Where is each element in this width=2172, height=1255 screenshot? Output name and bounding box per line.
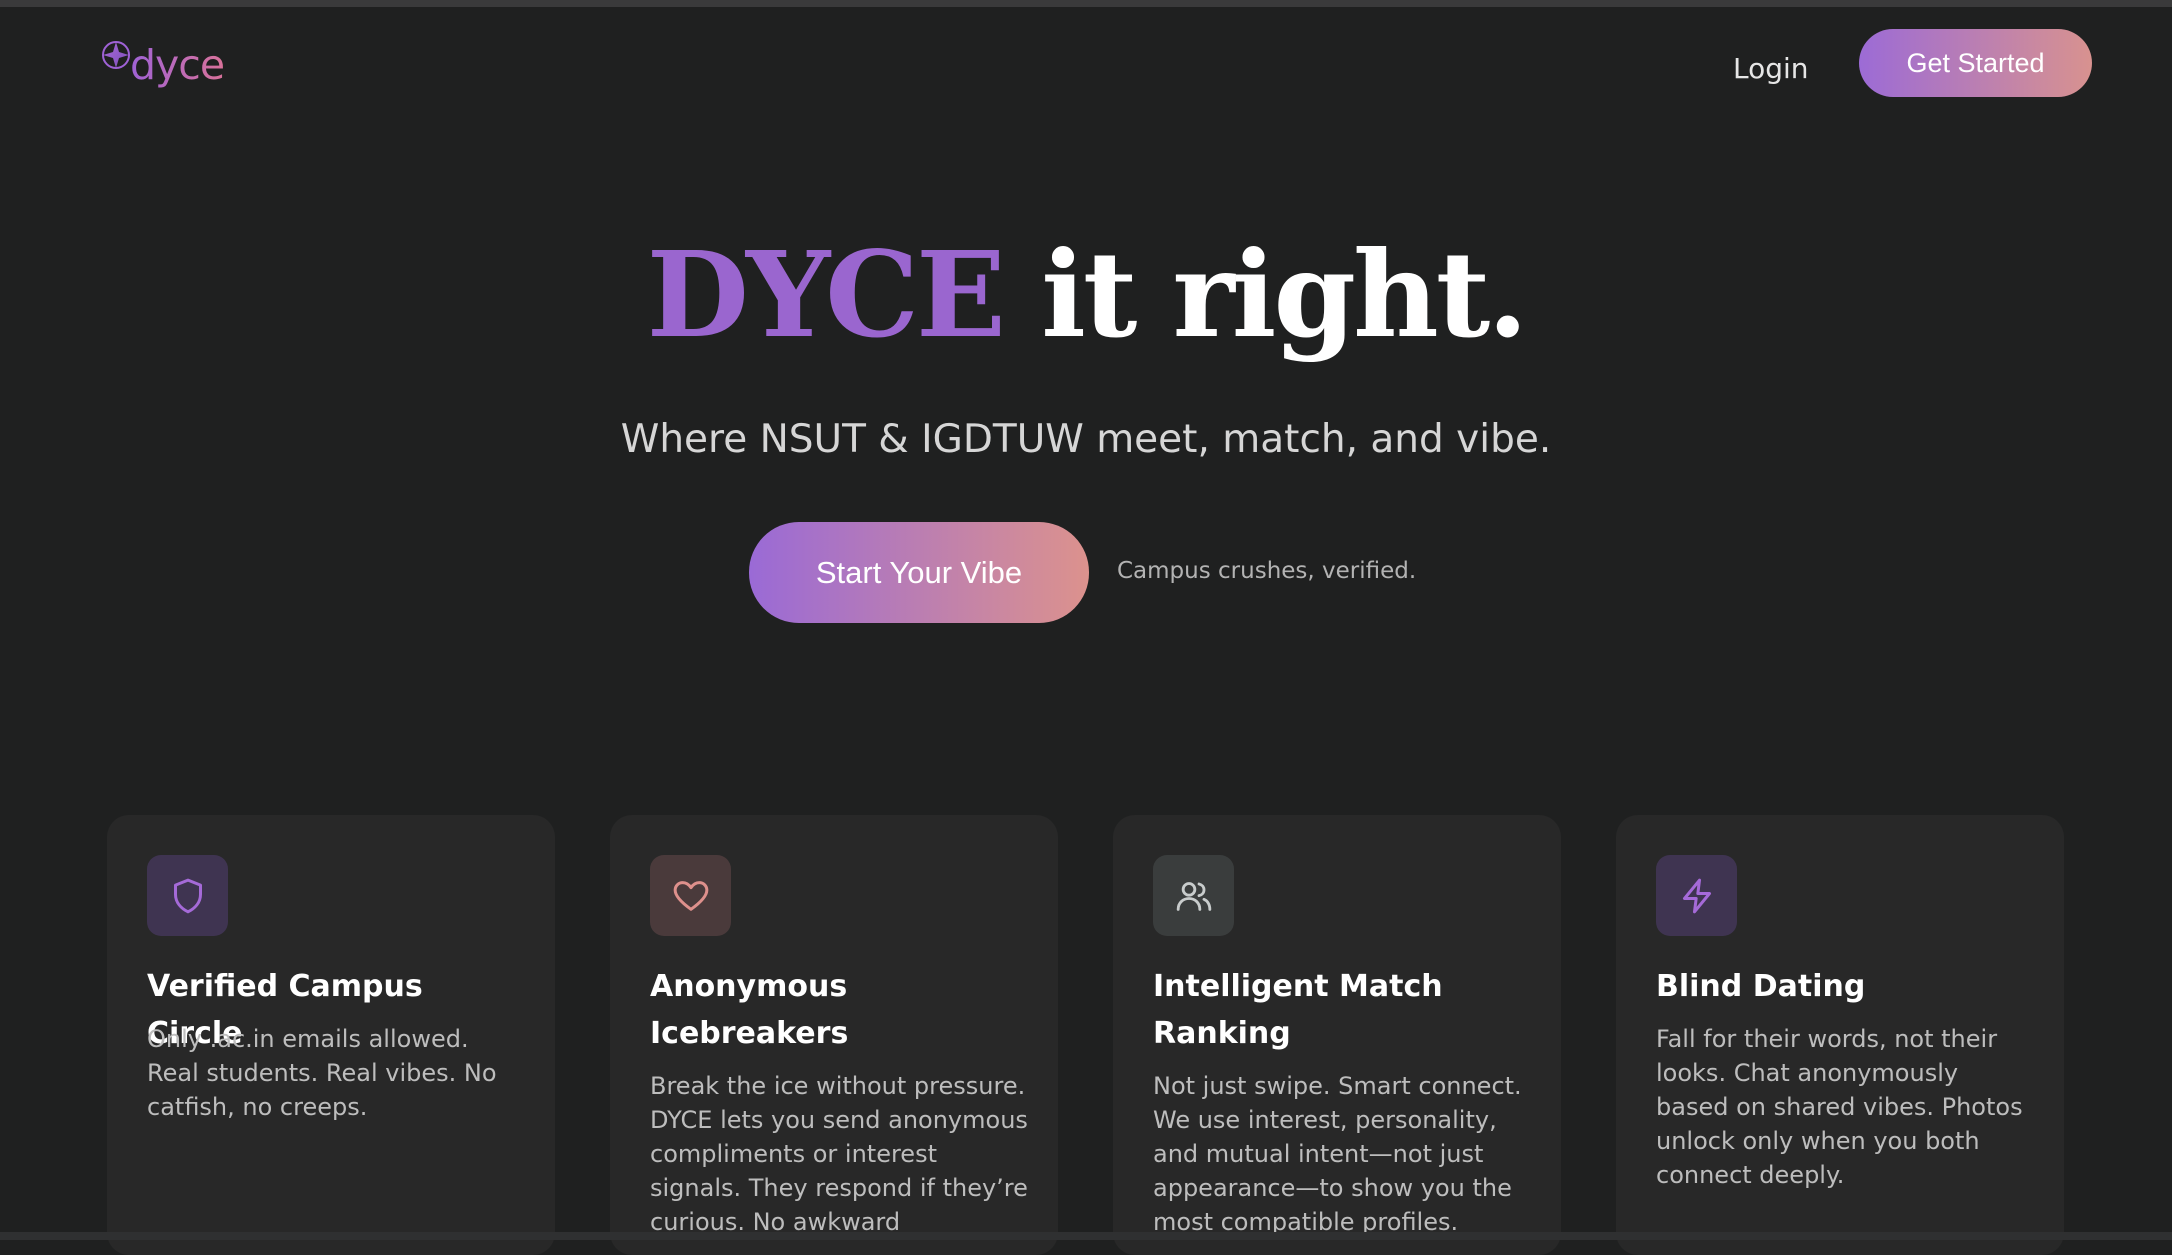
top-border xyxy=(0,0,2172,7)
start-your-vibe-button[interactable]: Start Your Vibe xyxy=(749,522,1089,623)
feature-description: Break the ice without pressure. DYCE let… xyxy=(650,1072,1028,1236)
login-link[interactable]: Login xyxy=(1733,49,1809,89)
feature-title: Anonymous Icebreakers xyxy=(650,969,849,1051)
feature-title: Blind Dating xyxy=(1656,969,1866,1004)
navbar: dyce Login Get Started xyxy=(0,7,2172,117)
get-started-button[interactable]: Get Started xyxy=(1859,29,2092,97)
feature-card-icebreakers: Anonymous Icebreakers Break the ice with… xyxy=(610,815,1058,1255)
cta-note: Campus crushes, verified. xyxy=(1117,558,1417,584)
logo-text: dyce xyxy=(130,37,225,93)
shield-icon xyxy=(173,878,202,913)
feature-card-blind-dating: Blind Dating Fall for their words, not t… xyxy=(1616,815,2064,1255)
lightning-icon xyxy=(1682,878,1711,913)
heart-icon xyxy=(673,880,708,911)
users-icon xyxy=(1176,881,1211,911)
hero-title-accent: DYCE xyxy=(646,225,1006,364)
feature-icon-box xyxy=(1153,855,1234,936)
feature-icon-box xyxy=(1656,855,1737,936)
feature-icon-box xyxy=(650,855,731,936)
feature-card-verified: Verified Campus Circle Only .ac.in email… xyxy=(107,815,555,1255)
sparkle-icon xyxy=(102,41,130,69)
feature-description: Only .ac.in emails allowed. Real student… xyxy=(147,1025,497,1121)
logo[interactable]: dyce xyxy=(100,37,225,97)
hero-subtitle: Where NSUT & IGDTUW meet, match, and vib… xyxy=(620,417,1552,462)
feature-description: Fall for their words, not their looks. C… xyxy=(1656,1025,2023,1189)
feature-title: Intelligent Match Ranking xyxy=(1153,969,1443,1051)
bottom-border xyxy=(0,1232,2172,1240)
feature-description: Not just swipe. Smart connect. We use in… xyxy=(1153,1072,1522,1236)
feature-icon-box xyxy=(147,855,228,936)
hero-title: DYCE it right. xyxy=(0,225,2172,365)
hero-title-rest: it right. xyxy=(1041,225,1528,364)
feature-card-matching: Intelligent Match Ranking Not just swipe… xyxy=(1113,815,1561,1255)
